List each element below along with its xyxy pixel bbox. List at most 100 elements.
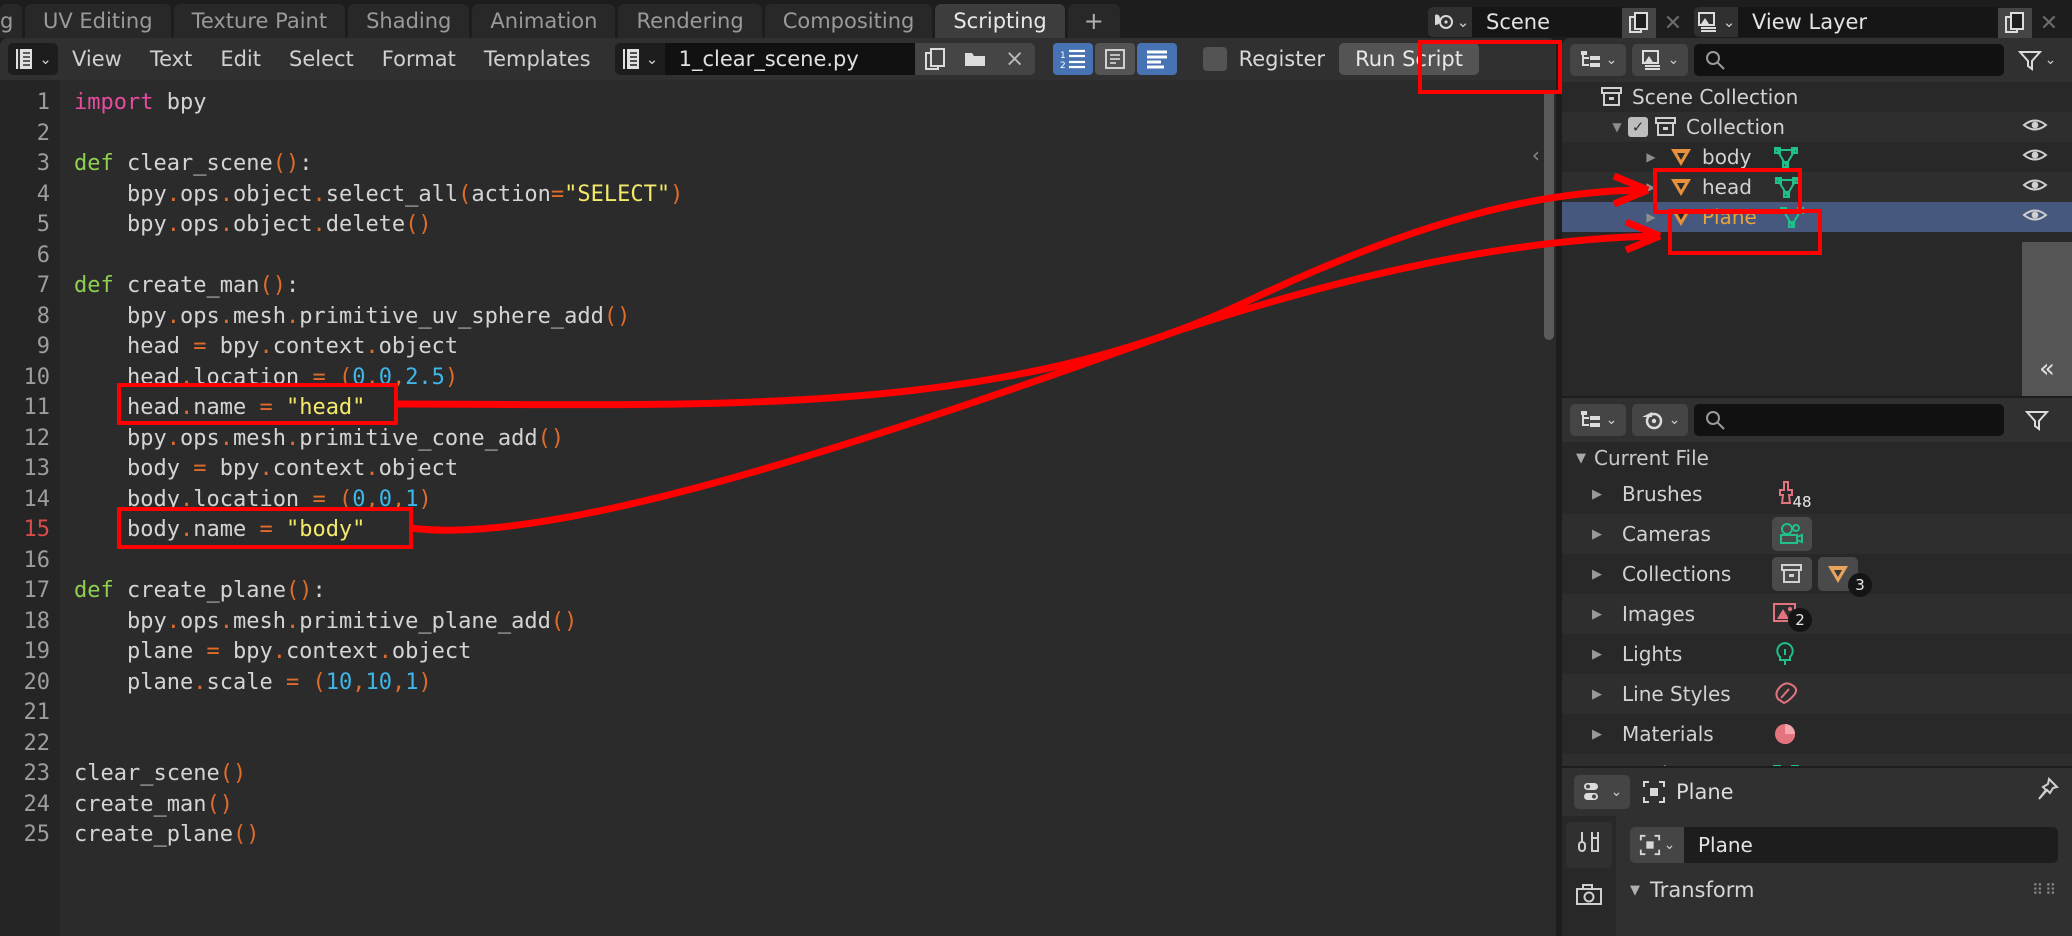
workspace-tab-scripting[interactable]: Scripting <box>935 4 1065 38</box>
code-line[interactable]: bpy.ops.mesh.primitive_cone_add() <box>74 424 1556 455</box>
line-numbers-toggle[interactable]: 1 2 <box>1052 43 1093 75</box>
code-line[interactable]: plane = bpy.context.object <box>74 637 1556 668</box>
code-line[interactable]: create_man() <box>74 790 1556 821</box>
object-name-input[interactable]: Plane <box>1684 827 2058 863</box>
disclosure-triangle-icon[interactable]: ▶ <box>1640 210 1662 224</box>
outliner-filter-icon[interactable]: ⌄ <box>2010 44 2064 76</box>
disclosure-triangle-icon[interactable]: ▶ <box>1592 687 1622 702</box>
code-line[interactable]: bpy.ops.mesh.primitive_uv_sphere_add() <box>74 302 1556 333</box>
disclosure-triangle-icon[interactable]: ▶ <box>1592 727 1622 742</box>
disclosure-triangle-icon[interactable]: ▶ <box>1592 527 1622 542</box>
view-layer-name[interactable]: View Layer <box>1738 7 1998 37</box>
code-line[interactable]: bpy.ops.mesh.primitive_plane_add() <box>74 607 1556 638</box>
properties-tab-render[interactable] <box>1566 874 1612 920</box>
outliner-row-scene-collection[interactable]: Scene Collection <box>1562 82 2072 112</box>
blender-file-row-images[interactable]: ▶ Images 2 <box>1562 594 2072 634</box>
hide-in-viewport-icon[interactable] <box>2022 145 2048 170</box>
code-line[interactable] <box>74 119 1556 150</box>
editor-type-icon[interactable]: ⌄ <box>8 43 58 75</box>
blender-file-row-brushes[interactable]: ▶ Brushes 48 <box>1562 474 2072 514</box>
code-line[interactable]: body.location = (0,0,1) <box>74 485 1556 516</box>
workspace-tab-animation[interactable]: Animation <box>472 4 616 38</box>
workspace-tab-texture-paint[interactable]: Texture Paint <box>173 4 346 38</box>
code-line[interactable] <box>74 546 1556 577</box>
outliner-display-mode-icon[interactable]: ⌄ <box>1570 44 1626 76</box>
blender-file-row-collections[interactable]: ▶ Collections 3 <box>1562 554 2072 597</box>
register-checkbox-wrap[interactable]: Register <box>1202 47 1325 71</box>
workspace-tab-shading[interactable]: Shading <box>348 4 470 38</box>
object-properties-icon[interactable]: ⌄ <box>1630 827 1684 863</box>
mesh-data-icon[interactable] <box>1774 175 1800 199</box>
current-file-row[interactable]: ▼ Current File <box>1562 442 2072 474</box>
outliner-row-plane[interactable]: ▶ Plane <box>1562 202 2072 232</box>
run-script-button[interactable]: Run Script <box>1339 43 1480 75</box>
scene-name[interactable]: Scene <box>1472 7 1622 37</box>
disclosure-triangle-icon[interactable]: ▶ <box>1592 567 1622 582</box>
workspace-tab-rendering[interactable]: Rendering <box>618 4 762 38</box>
menu-templates[interactable]: Templates <box>470 43 605 75</box>
hide-in-viewport-icon[interactable] <box>2022 115 2048 140</box>
code-line[interactable]: clear_scene() <box>74 759 1556 790</box>
mesh-data-icon[interactable] <box>1779 205 1805 229</box>
code-area[interactable]: 1 2 3 4 5 6 7 8 9 10 11 12 13 14 15 16 17 18 19 20 21 22 23 24 2… <box>0 80 1556 936</box>
code-line[interactable]: head = bpy.context.object <box>74 332 1556 363</box>
editor-sidebar-collapse-icon[interactable]: ‹ <box>1524 138 1548 172</box>
hide-in-viewport-icon[interactable] <box>2022 205 2048 230</box>
code-line[interactable]: head.name = "head" <box>74 393 1556 424</box>
blender-file-row-meshes[interactable]: ▶Meshes <box>1562 754 2072 766</box>
pin-icon[interactable] <box>2032 776 2060 808</box>
open-text-icon[interactable] <box>954 43 995 75</box>
panel-drag-handle[interactable]: ⠿⠿ <box>2032 881 2058 899</box>
blender-file-row-materials[interactable]: ▶ Materials <box>1562 714 2072 754</box>
menu-select[interactable]: Select <box>275 43 368 75</box>
disclosure-triangle-icon[interactable]: ▶ <box>1640 180 1662 194</box>
code-line[interactable]: bpy.ops.object.select_all(action="SELECT… <box>74 180 1556 211</box>
new-text-icon[interactable] <box>914 43 955 75</box>
menu-edit[interactable]: Edit <box>206 43 275 75</box>
properties-editor-icon[interactable]: ⌄ <box>1574 775 1630 809</box>
code-line[interactable]: def create_plane(): <box>74 576 1556 607</box>
script-filename[interactable]: 1_clear_scene.py <box>664 43 915 75</box>
unlink-text-icon[interactable]: × <box>994 43 1035 75</box>
outliner-view-layer-icon[interactable]: ⌄ <box>1632 44 1688 76</box>
code-line[interactable] <box>74 729 1556 760</box>
register-checkbox[interactable] <box>1202 47 1227 71</box>
properties-tab-tool[interactable] <box>1566 822 1612 868</box>
blender-file-row-cameras[interactable]: ▶ Cameras <box>1562 514 2072 554</box>
word-wrap-toggle[interactable] <box>1094 43 1135 75</box>
view-layer-field[interactable]: ⌄ View Layer <box>1694 6 1998 38</box>
outliner-row-collection[interactable]: ▼ ✓ Collection <box>1562 112 2072 142</box>
add-workspace-button[interactable]: + <box>1067 4 1120 38</box>
blender-file-icon[interactable]: ⌄ <box>1632 404 1688 436</box>
disclosure-triangle-icon[interactable]: ▶ <box>1592 607 1622 622</box>
blender-file-search-input[interactable] <box>1694 404 2004 436</box>
outliner-search-input[interactable] <box>1694 44 2004 76</box>
blender-file-row-lights[interactable]: ▶ Lights <box>1562 634 2072 674</box>
code-line[interactable]: head.location = (0,0,2.5) <box>74 363 1556 394</box>
code-line[interactable]: plane.scale = (10,10,1) <box>74 668 1556 699</box>
disclosure-triangle-icon[interactable]: ▶ <box>1592 647 1622 662</box>
code-content[interactable]: import bpy def clear_scene(): bpy.ops.ob… <box>60 80 1556 936</box>
remove-view-layer-button[interactable]: ✕ <box>2032 8 2066 38</box>
blender-file-row-line-styles[interactable]: ▶ Line Styles <box>1562 674 2072 714</box>
disclosure-triangle-icon[interactable]: ▼ <box>1606 120 1628 134</box>
workspace-tab-g[interactable]: g <box>0 4 22 38</box>
scene-field[interactable]: ⌄ Scene <box>1428 6 1622 38</box>
new-view-layer-button[interactable] <box>1998 8 2032 38</box>
collection-checkbox[interactable]: ✓ <box>1628 117 1648 137</box>
outliner-row-head[interactable]: ▶ head <box>1562 172 2072 202</box>
disclosure-triangle-icon[interactable]: ▶ <box>1640 150 1662 164</box>
editor-vertical-scrollbar[interactable] <box>1544 90 1554 340</box>
syntax-highlight-toggle[interactable] <box>1136 43 1177 75</box>
mesh-data-icon[interactable] <box>1773 145 1799 169</box>
code-line[interactable]: def create_man(): <box>74 271 1556 302</box>
code-line[interactable]: body.name = "body" <box>74 515 1556 546</box>
outliner-collapse-icon[interactable]: « <box>2022 242 2072 396</box>
menu-format[interactable]: Format <box>368 43 470 75</box>
text-datablock-icon[interactable]: ⌄ <box>614 43 665 75</box>
code-line[interactable]: create_plane() <box>74 820 1556 851</box>
hide-in-viewport-icon[interactable] <box>2022 175 2048 200</box>
code-line[interactable]: body = bpy.context.object <box>74 454 1556 485</box>
disclosure-triangle-icon[interactable]: ▶ <box>1592 487 1622 502</box>
code-line[interactable]: import bpy <box>74 88 1556 119</box>
